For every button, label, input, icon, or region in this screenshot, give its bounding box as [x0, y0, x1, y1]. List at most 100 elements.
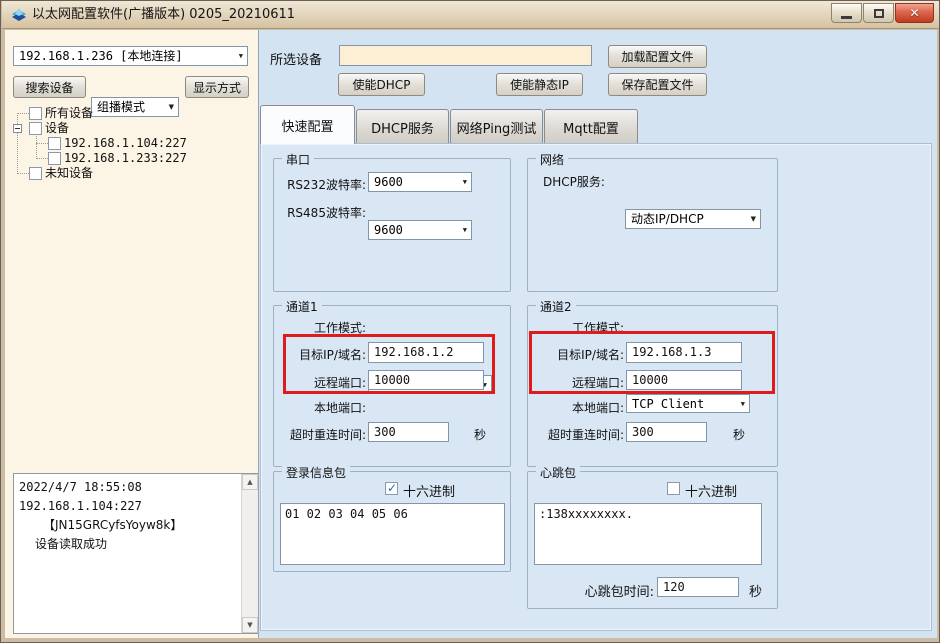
quick-config-panel: 串口 RS232波特率: 9600 ▼ RS485波特率: 9600 ▼ 网络 …: [260, 143, 932, 631]
save-config-label: 保存配置文件: [621, 76, 693, 93]
load-config-label: 加载配置文件: [621, 48, 693, 65]
tree-checkbox-devices[interactable]: [29, 122, 42, 135]
ch1-timeout-unit: 秒: [474, 426, 486, 443]
tab-dhcp-service[interactable]: DHCP服务: [356, 109, 449, 144]
log-line: 2022/4/7 18:55:08: [19, 478, 238, 497]
log-line: 设备读取成功: [19, 535, 238, 554]
chevron-down-icon: ▼: [463, 173, 467, 191]
tree-item-all-devices[interactable]: 所有设备: [45, 106, 93, 121]
rs232-baud-value: 9600: [374, 175, 403, 189]
dhcp-service-select[interactable]: 动态IP/DHCP ▼: [625, 209, 761, 229]
rs485-baud-select[interactable]: 9600 ▼: [368, 220, 472, 240]
rs485-baud-value: 9600: [374, 223, 403, 237]
log-line: 192.168.1.104:227: [19, 497, 238, 516]
rs232-baud-label: RS232波特率:: [281, 176, 366, 193]
heartbeat-textarea[interactable]: :138xxxxxxxx.: [534, 503, 762, 565]
search-device-button[interactable]: 搜索设备: [13, 76, 86, 98]
login-hex-checkbox[interactable]: [385, 482, 398, 495]
log-box: 2022/4/7 18:55:08 192.168.1.104:227 【JN1…: [13, 473, 259, 634]
tree-item-device-2[interactable]: 192.168.1.233:227: [64, 151, 187, 166]
dhcp-service-value: 动态IP/DHCP: [631, 212, 704, 226]
chevron-down-icon: ▼: [239, 47, 243, 65]
selected-device-input[interactable]: [339, 45, 592, 66]
login-hex-label: 十六进制: [403, 481, 455, 500]
network-adapter-select[interactable]: 192.168.1.236 [本地连接] ▼: [13, 46, 248, 66]
chevron-down-icon: ▼: [463, 221, 467, 239]
tab-quick-config[interactable]: 快速配置: [260, 105, 355, 144]
ch2-work-mode-select[interactable]: TCP Client ▼: [626, 394, 750, 413]
enable-dhcp-label: 使能DHCP: [353, 76, 411, 93]
tree-collapse-icon[interactable]: [13, 124, 22, 133]
ch1-local-port-label: 本地端口:: [276, 399, 366, 416]
minimize-button[interactable]: [831, 3, 862, 23]
heartbeat-group-title: 心跳包: [536, 464, 580, 481]
save-config-button[interactable]: 保存配置文件: [608, 73, 707, 96]
log-line: 【JN15GRCyfsYoyw8k】: [19, 516, 238, 535]
close-icon: ✕: [909, 4, 919, 22]
ch2-timeout-unit: 秒: [733, 426, 745, 443]
tree-item-unknown-devices[interactable]: 未知设备: [45, 166, 93, 181]
window-title: 以太网配置软件(广播版本) 0205_20210611: [32, 1, 295, 29]
tree-connector: [36, 158, 48, 159]
tree-item-device-1[interactable]: 192.168.1.104:227: [64, 136, 187, 151]
scroll-down-icon[interactable]: ▼: [242, 617, 258, 633]
tree-connector: [17, 113, 18, 174]
tree-checkbox-all-devices[interactable]: [29, 107, 42, 120]
display-mode-button[interactable]: 显示方式: [185, 76, 249, 98]
tree-checkbox-unknown-devices[interactable]: [29, 167, 42, 180]
ch2-work-mode-value: TCP Client: [632, 397, 704, 411]
tab-label: 网络Ping测试: [457, 118, 537, 137]
heartbeat-time-input[interactable]: 120: [657, 577, 739, 597]
log-scrollbar[interactable]: ▲ ▼: [241, 474, 258, 633]
enable-static-ip-label: 使能静态IP: [510, 76, 569, 93]
tree-checkbox-device-2[interactable]: [48, 152, 61, 165]
tab-network-ping-test[interactable]: 网络Ping测试: [450, 109, 543, 144]
tab-mqtt-config[interactable]: Mqtt配置: [544, 109, 638, 144]
search-device-label: 搜索设备: [25, 79, 73, 96]
ch2-highlight-box: [529, 331, 775, 394]
tree-item-devices[interactable]: 设备: [45, 121, 69, 136]
tab-label: 快速配置: [281, 116, 333, 135]
tree-connector: [17, 173, 29, 174]
selected-device-label: 所选设备: [270, 49, 322, 68]
login-packet-textarea[interactable]: 01 02 03 04 05 06: [280, 503, 505, 565]
rs232-baud-select[interactable]: 9600 ▼: [368, 172, 472, 192]
chevron-down-icon: ▼: [751, 210, 756, 228]
tree-connector: [17, 113, 29, 114]
ch1-timeout-input[interactable]: 300: [368, 422, 449, 442]
heartbeat-hex-checkbox[interactable]: [667, 482, 680, 495]
network-adapter-value: 192.168.1.236 [本地连接]: [19, 49, 183, 63]
enable-dhcp-button[interactable]: 使能DHCP: [338, 73, 425, 96]
ch1-timeout-label: 超时重连时间:: [266, 426, 366, 443]
ch1-highlight-box: [283, 334, 495, 394]
tab-label: Mqtt配置: [563, 118, 619, 137]
enable-static-ip-button[interactable]: 使能静态IP: [496, 73, 583, 96]
tree-connector: [36, 143, 48, 144]
minimize-icon: [841, 16, 852, 19]
login-packet-group-title: 登录信息包: [282, 464, 350, 481]
tab-label: DHCP服务: [371, 118, 434, 137]
maximize-button[interactable]: [863, 3, 894, 23]
channel2-group-title: 通道2: [536, 298, 576, 315]
left-panel: 192.168.1.236 [本地连接] ▼ 搜索设备 组播模式 ▼ 显示方式 …: [5, 30, 258, 638]
network-group-title: 网络: [536, 151, 568, 168]
display-mode-label: 显示方式: [193, 79, 241, 96]
ch2-local-port-label: 本地端口:: [534, 399, 624, 416]
rs485-baud-label: RS485波特率:: [281, 204, 366, 221]
ch2-timeout-input[interactable]: 300: [626, 422, 707, 442]
titlebar: 以太网配置软件(广播版本) 0205_20210611 ✕: [2, 1, 940, 29]
maximize-icon: [874, 9, 884, 18]
serial-group-title: 串口: [282, 151, 314, 168]
heartbeat-hex-label: 十六进制: [685, 481, 737, 500]
close-button[interactable]: ✕: [895, 3, 934, 23]
right-panel: 所选设备 加载配置文件 使能DHCP 使能静态IP 保存配置文件 快速配置 DH…: [258, 30, 937, 638]
scroll-up-icon[interactable]: ▲: [242, 474, 258, 490]
dhcp-service-label: DHCP服务:: [543, 173, 605, 190]
chevron-down-icon: ▼: [741, 395, 745, 412]
tree-checkbox-device-1[interactable]: [48, 137, 61, 150]
channel1-group-title: 通道1: [282, 298, 322, 315]
app-logo-icon: [11, 7, 27, 23]
heartbeat-time-label: 心跳包时间:: [559, 581, 654, 600]
load-config-button[interactable]: 加载配置文件: [608, 45, 707, 68]
device-tree: 所有设备 设备 192.168.1.104:227 192.168.1.233:…: [5, 106, 255, 216]
